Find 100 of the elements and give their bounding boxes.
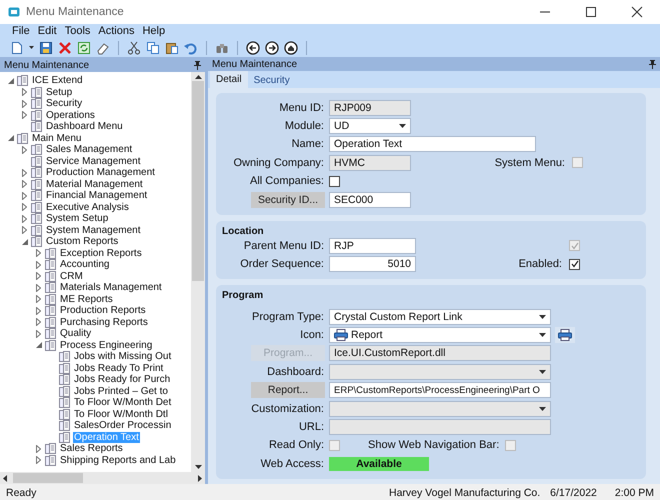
text-field[interactable]: RJP009	[329, 100, 411, 116]
menu-item[interactable]: Actions	[98, 25, 134, 37]
dropdown-field[interactable]: UD	[329, 118, 411, 134]
tree-item[interactable]: Setup	[45, 86, 74, 98]
home-icon[interactable]	[284, 40, 298, 54]
expand-arrow-icon[interactable]	[22, 203, 27, 212]
expand-arrow-icon[interactable]	[36, 330, 41, 338]
tree-item[interactable]: Materials Management	[59, 282, 163, 294]
copy-icon[interactable]	[146, 40, 160, 54]
expand-arrow-icon[interactable]	[36, 249, 41, 258]
tree-item[interactable]: Jobs Printed – Get to	[73, 386, 169, 397]
eraser-icon[interactable]	[96, 40, 110, 54]
tree-item[interactable]: Jobs with Missing Out	[73, 351, 172, 362]
text-field[interactable]: ERP\CustomReports\ProcessEngineering\Part O	[329, 382, 551, 398]
tree-item[interactable]: Production Management	[45, 167, 156, 178]
menu-item[interactable]: Edit	[38, 25, 57, 37]
scroll-up-icon[interactable]	[194, 75, 202, 79]
tree-item[interactable]: Material Management	[45, 178, 144, 190]
text-field[interactable]	[329, 419, 551, 436]
tree-item[interactable]: Jobs Ready for Purch	[73, 374, 172, 386]
dropdown-caret-icon[interactable]	[399, 124, 406, 128]
cut-icon[interactable]	[127, 40, 141, 54]
dropdown-caret-icon[interactable]	[29, 46, 34, 49]
text-field[interactable]: Operation Text	[329, 136, 536, 152]
pin-icon[interactable]	[649, 60, 656, 70]
tree-item[interactable]: Sales Reports	[59, 443, 124, 454]
menu-item[interactable]: File	[12, 25, 30, 37]
text-field[interactable]: SEC000	[329, 192, 411, 208]
expand-arrow-icon[interactable]	[36, 272, 41, 280]
pin-icon[interactable]	[194, 60, 201, 70]
expand-arrow-icon[interactable]	[36, 284, 41, 292]
tree-item[interactable]: Main Menu	[31, 132, 82, 144]
dropdown-caret-icon[interactable]	[539, 370, 546, 374]
new-document-icon[interactable]	[10, 40, 24, 54]
tree-item[interactable]: Production Reports	[59, 305, 147, 316]
tree-item[interactable]: To Floor W/Month Dtl	[73, 408, 169, 420]
tree-item[interactable]: SalesOrder Processin	[73, 420, 172, 432]
tree-item[interactable]: Service Management	[45, 156, 142, 167]
expand-arrow-icon[interactable]	[22, 146, 27, 154]
tree-item[interactable]: Operations	[45, 110, 96, 121]
vertical-scrollbar[interactable]	[191, 72, 205, 472]
delete-icon[interactable]	[58, 40, 72, 54]
refresh-icon[interactable]	[77, 40, 91, 54]
scroll-left-icon[interactable]	[3, 474, 7, 482]
checkbox[interactable]	[329, 176, 340, 187]
tree-item[interactable]: Sales Management	[45, 144, 134, 156]
dropdown-caret-icon[interactable]	[539, 406, 546, 411]
undo-icon[interactable]	[184, 40, 198, 54]
tree-item[interactable]: System Setup	[45, 213, 110, 224]
tree-item[interactable]: Purchasing Reports	[59, 316, 149, 328]
dropdown-caret-icon[interactable]	[539, 314, 546, 319]
expand-arrow-icon[interactable]	[36, 318, 41, 326]
tree-item[interactable]: Exception Reports	[59, 248, 143, 259]
expand-arrow-icon[interactable]	[22, 111, 27, 120]
expand-arrow-icon[interactable]	[36, 456, 41, 464]
dropdown-field[interactable]	[329, 364, 551, 380]
save-icon[interactable]	[39, 40, 53, 54]
tree-item[interactable]: To Floor W/Month Det	[73, 397, 172, 408]
scroll-down-icon[interactable]	[194, 465, 202, 469]
lookup-button[interactable]: Security ID...	[251, 192, 325, 208]
tree-item[interactable]: System Management	[45, 224, 142, 236]
expand-arrow-icon[interactable]	[36, 444, 41, 453]
tree-item[interactable]: Jobs Ready To Print	[73, 362, 164, 374]
dropdown-field[interactable]: Crystal Custom Report Link	[329, 308, 551, 325]
text-field[interactable]: HVMC	[329, 154, 411, 171]
expand-arrow-icon[interactable]	[22, 88, 27, 96]
paste-icon[interactable]	[165, 40, 179, 54]
collapse-arrow-icon[interactable]	[8, 135, 14, 142]
tree-item[interactable]: Accounting	[59, 259, 110, 270]
tree-item[interactable]: ME Reports	[59, 294, 114, 305]
expand-arrow-icon[interactable]	[22, 100, 27, 108]
text-field[interactable]: RJP	[329, 238, 416, 254]
tree-item[interactable]: Security	[45, 98, 84, 110]
tree-item[interactable]: CRM	[59, 270, 84, 282]
lookup-button[interactable]: Report...	[251, 382, 325, 398]
tree-item[interactable]: Shipping Reports and Lab	[59, 454, 177, 466]
expand-arrow-icon[interactable]	[22, 214, 27, 223]
checkbox[interactable]	[569, 258, 580, 270]
dropdown-field[interactable]	[329, 400, 551, 417]
tree-item[interactable]: Process Engineering	[59, 340, 154, 351]
expand-arrow-icon[interactable]	[22, 226, 27, 234]
scroll-right-icon[interactable]	[198, 474, 202, 482]
text-field[interactable]: 5010	[329, 256, 416, 272]
tab[interactable]: Security	[248, 73, 296, 88]
expand-arrow-icon[interactable]	[36, 306, 41, 315]
tree-item[interactable]: Quality	[59, 328, 92, 340]
tree-item[interactable]: Executive Analysis	[45, 202, 130, 213]
expand-arrow-icon[interactable]	[22, 180, 27, 188]
expand-arrow-icon[interactable]	[36, 260, 41, 269]
collapse-arrow-icon[interactable]	[22, 238, 28, 245]
tree-item[interactable]: ICE Extend	[31, 75, 84, 86]
menu-item[interactable]: Tools	[64, 25, 90, 37]
expand-arrow-icon[interactable]	[22, 168, 27, 177]
expand-arrow-icon[interactable]	[36, 295, 41, 304]
dropdown-field[interactable]: Report	[329, 327, 551, 344]
collapse-arrow-icon[interactable]	[36, 342, 42, 348]
expand-arrow-icon[interactable]	[22, 192, 27, 200]
tab[interactable]: Detail	[210, 71, 248, 88]
dropdown-caret-icon[interactable]	[539, 333, 546, 338]
tree-item[interactable]: Dashboard Menu	[45, 121, 124, 132]
